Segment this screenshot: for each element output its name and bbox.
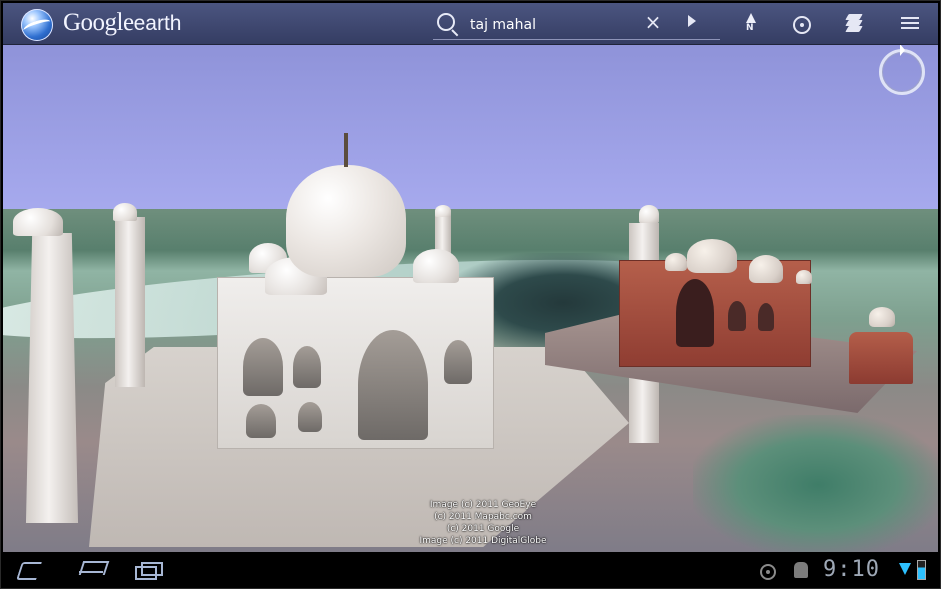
menu-icon-line-1 xyxy=(901,17,919,19)
copyright-line-1: Image (c) 2011 GeoEye xyxy=(429,500,537,510)
mosque-small-dome xyxy=(796,270,812,284)
right-minaret-cap xyxy=(639,205,659,223)
taj-left-arch-1 xyxy=(243,338,283,396)
gps-icon xyxy=(760,564,776,580)
taj-lower-left-arch xyxy=(246,404,276,438)
mosque-arch-right-2 xyxy=(758,303,774,331)
app-logo-google: Google xyxy=(63,9,134,36)
search-icon[interactable] xyxy=(437,13,455,31)
north-arrow-icon xyxy=(746,13,756,23)
mosque-pavilion xyxy=(849,332,913,384)
pavilion-dome xyxy=(869,307,895,327)
location-icon[interactable] xyxy=(793,16,811,34)
layers-icon[interactable] xyxy=(845,14,865,34)
map-copyright: Image (c) 2011 GeoEye (c) 2011 Mapabc.co… xyxy=(408,499,558,547)
recent-apps-icon[interactable] xyxy=(135,562,163,580)
search-input[interactable] xyxy=(468,14,652,36)
app-logo-text: Googleearth xyxy=(63,9,181,37)
app-logo-earth: earth xyxy=(133,12,182,35)
north-label: N xyxy=(746,23,754,33)
google-earth-globe-icon xyxy=(21,9,53,41)
earth-3d-view[interactable]: Image (c) 2011 GeoEye (c) 2011 Mapabc.co… xyxy=(3,45,938,552)
copyright-line-2: (c) 2011 Mapabc.com xyxy=(434,512,532,522)
taj-main-arch xyxy=(358,330,428,440)
search-bar[interactable]: × xyxy=(433,11,720,40)
mosque-arch-right-1 xyxy=(728,301,746,331)
compass-icon[interactable] xyxy=(879,45,925,95)
battery-icon xyxy=(917,560,926,580)
system-time: 9:10 xyxy=(823,557,880,582)
top-bar: Googleearth × N xyxy=(3,3,938,45)
menu-icon[interactable] xyxy=(901,17,919,31)
left-minaret-cap xyxy=(13,208,63,236)
menu-icon-line-3 xyxy=(901,27,919,29)
taj-left-arch-2 xyxy=(293,346,321,388)
chhatri-right xyxy=(413,249,459,283)
home-icon[interactable] xyxy=(77,561,107,579)
mosque-right-dome xyxy=(749,255,783,283)
taj-main-dome xyxy=(286,165,406,277)
mid-left-minaret-cap xyxy=(113,203,137,221)
mosque-main-dome xyxy=(687,239,737,273)
menu-icon-line-2 xyxy=(901,22,919,24)
copyright-line-3: (c) 2011 Google xyxy=(446,524,520,534)
back-right-minaret-cap xyxy=(435,205,451,217)
copyright-line-4: Image (c) 2011 DigitalGlobe xyxy=(419,536,547,546)
taj-main-building xyxy=(217,277,494,449)
back-icon[interactable] xyxy=(19,562,45,578)
taj-lower-mid-arch xyxy=(298,402,322,432)
android-icon xyxy=(794,562,808,578)
system-bar: 9:10 xyxy=(3,552,938,588)
dome-finial xyxy=(344,133,348,167)
play-icon[interactable] xyxy=(688,15,696,27)
north-icon[interactable]: N xyxy=(743,13,759,37)
taj-right-arch xyxy=(444,340,472,384)
mosque-left-dome xyxy=(665,253,687,271)
wifi-icon xyxy=(899,563,911,575)
app-frame: Googleearth × N xyxy=(0,0,941,589)
green-area xyxy=(693,415,938,552)
mid-left-minaret xyxy=(115,217,145,387)
clear-icon[interactable]: × xyxy=(643,12,663,32)
layers-icon-layer-3 xyxy=(845,26,863,32)
mosque-main-arch xyxy=(676,279,714,347)
